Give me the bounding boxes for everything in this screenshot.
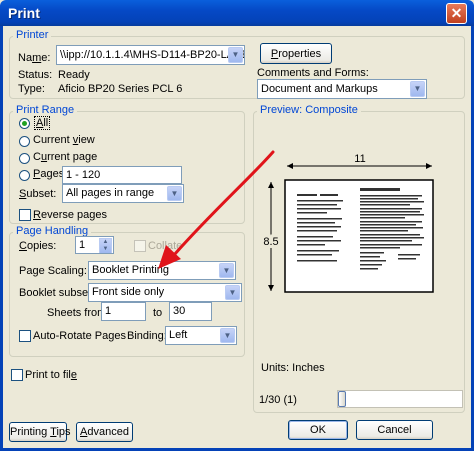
annotation-arrow (158, 150, 275, 269)
ok-button[interactable]: OK (288, 420, 348, 440)
arrow-shaft (172, 150, 275, 257)
advanced-button[interactable]: Advanced (76, 422, 133, 442)
cancel-button[interactable]: Cancel (356, 420, 433, 440)
printing-tips-button[interactable]: Printing Tips (9, 422, 71, 442)
arrow-head-icon (158, 245, 181, 269)
